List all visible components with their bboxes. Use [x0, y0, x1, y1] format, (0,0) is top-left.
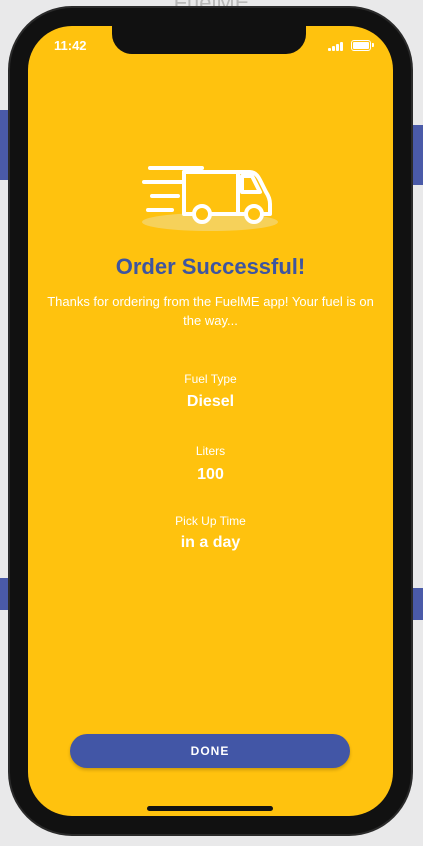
home-indicator[interactable]: [147, 806, 273, 811]
order-success-message: Thanks for ordering from the FuelME app!…: [47, 294, 374, 328]
pickup-time-label: Pick Up Time: [175, 514, 246, 528]
background-bar: [411, 125, 423, 185]
phone-frame: 11:42 Order Successful! Thanks for order…: [10, 8, 411, 834]
delivery-truck-icon: [142, 166, 278, 231]
liters-label: Liters: [195, 444, 226, 458]
background-bar: [411, 588, 423, 620]
signal-icon: [328, 41, 343, 51]
status-time: 11:42: [54, 38, 87, 53]
order-success-screen: 11:42 Order Successful! Thanks for order…: [28, 26, 393, 816]
phone-notch: [112, 26, 306, 54]
done-button[interactable]: DONE: [70, 734, 350, 768]
fuel-type-label: Fuel Type: [184, 372, 237, 386]
background-bar: [0, 110, 10, 180]
order-success-title: Order Successful!: [115, 254, 306, 279]
background-bar: [0, 578, 10, 610]
status-icons: [328, 40, 374, 51]
fuel-type-value: Diesel: [186, 393, 235, 410]
liters-value: 100: [197, 466, 224, 483]
pickup-time-value: in a day: [180, 534, 241, 551]
battery-icon: [351, 40, 374, 51]
